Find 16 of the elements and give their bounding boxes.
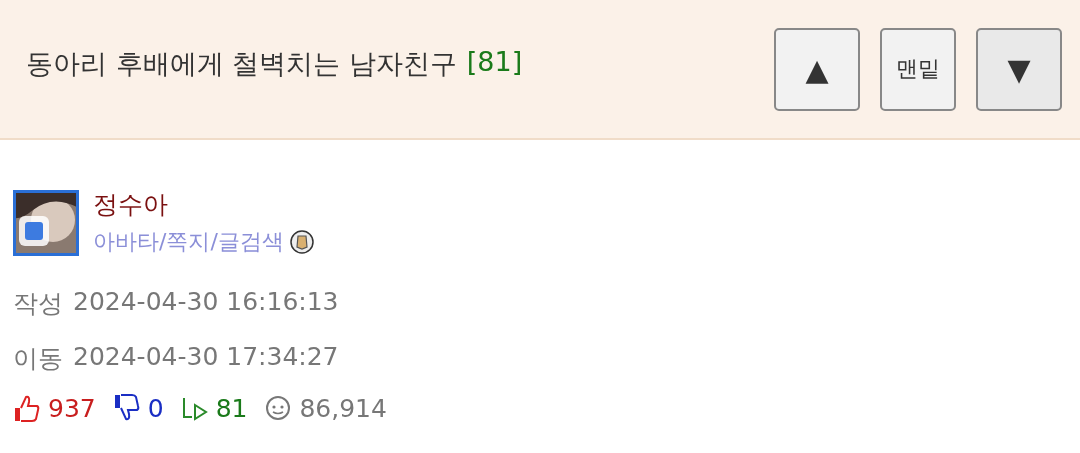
comment-count[interactable]: [81] [466,46,523,82]
thumbs-up-icon[interactable] [12,393,42,423]
scroll-down-button[interactable]: ▼ [976,27,1062,111]
author-name[interactable]: 정수아 [93,188,314,221]
view-count: 86,914 [299,393,387,423]
meta-date: 2024-04-30 16:16:13 [73,287,339,318]
like-count: 937 [48,393,96,423]
scroll-up-button[interactable]: ▲ [774,27,860,111]
scroll-bottom-button[interactable]: 맨밑 [880,27,956,111]
meta-date: 2024-04-30 17:34:27 [73,342,339,373]
meta-label: 이동 [13,343,63,375]
level-badge-icon [289,230,314,254]
dislike-count: 0 [147,393,164,423]
post-title: 동아리 후배에게 철벽치는 남자친구 [26,47,457,81]
comment-total: 81 [215,393,248,423]
meta-label: 작성 [13,288,63,320]
